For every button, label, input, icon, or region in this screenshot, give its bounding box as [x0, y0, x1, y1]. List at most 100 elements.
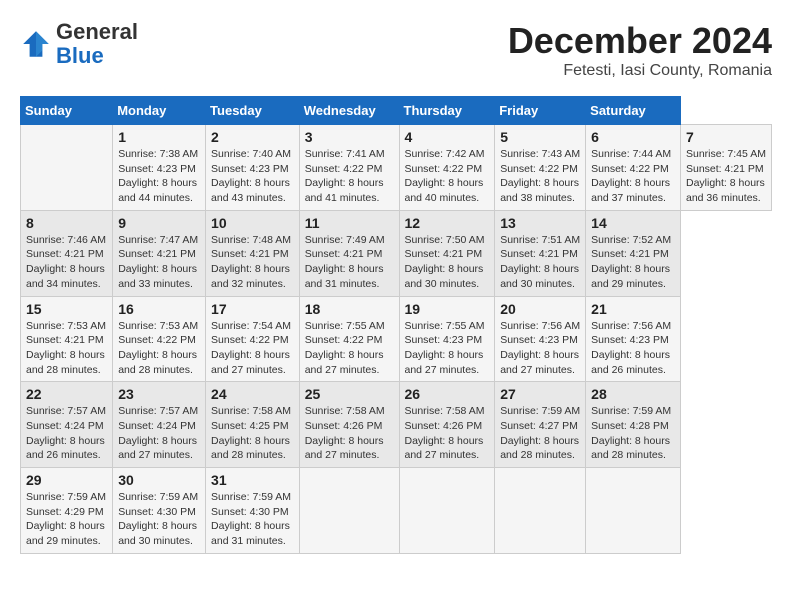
day-number: 6	[591, 129, 675, 145]
logo: General Blue	[20, 20, 138, 68]
calendar-cell: 19Sunrise: 7:55 AMSunset: 4:23 PMDayligh…	[399, 296, 495, 382]
calendar-cell	[299, 468, 399, 554]
calendar-cell: 20 Sunrise: 7:56 AMSunset: 4:23 PMDayligh…	[495, 296, 586, 382]
day-header-row: SundayMondayTuesdayWednesdayThursdayFrid…	[21, 97, 772, 125]
day-info: Sunrise: 7:50 AMSunset: 4:21 PMDaylight:…	[405, 233, 490, 292]
day-info: Sunrise: 7:59 AMSunset: 4:30 PMDaylight:…	[118, 490, 200, 549]
day-number: 31	[211, 472, 294, 488]
calendar-cell: 16 Sunrise: 7:53 AMSunset: 4:22 PMDayligh…	[113, 296, 206, 382]
calendar-week-3: 15 Sunrise: 7:53 AMSunset: 4:21 PMDayligh…	[21, 296, 772, 382]
day-number: 29	[26, 472, 107, 488]
day-info: Sunrise: 7:58 AMSunset: 4:25 PMDaylight:…	[211, 404, 294, 463]
day-number: 18	[305, 301, 394, 317]
col-header-wednesday: Wednesday	[299, 97, 399, 125]
calendar-cell: 5 Sunrise: 7:43 AMSunset: 4:22 PMDaylight…	[495, 125, 586, 211]
calendar-cell: 22Sunrise: 7:57 AMSunset: 4:24 PMDayligh…	[21, 382, 113, 468]
calendar-cell: 4Sunrise: 7:42 AMSunset: 4:22 PMDaylight…	[399, 125, 495, 211]
logo-icon	[20, 28, 52, 60]
day-number: 21	[591, 301, 675, 317]
col-header-friday: Friday	[495, 97, 586, 125]
day-number: 13	[500, 215, 580, 231]
calendar-cell: 1 Sunrise: 7:38 AMSunset: 4:23 PMDaylight…	[113, 125, 206, 211]
calendar-week-4: 22 Sunrise: 7:57 AMSunset: 4:24 PMDayligh…	[21, 382, 772, 468]
calendar-cell: 26 Sunrise: 7:58 AMSunset: 4:26 PMDayligh…	[399, 382, 495, 468]
day-info: Sunrise: 7:48 AMSunset: 4:21 PMDaylight:…	[211, 233, 294, 292]
calendar-cell: 13 Sunrise: 7:51 AMSunset: 4:21 PMDayligh…	[495, 210, 586, 296]
day-number: 24	[211, 386, 294, 402]
calendar-cell: 15 Sunrise: 7:53 AMSunset: 4:21 PMDayligh…	[21, 296, 113, 382]
day-info: Sunrise: 7:38 AMSunset: 4:23 PMDaylight:…	[118, 147, 200, 206]
day-info: Sunrise: 7:57 AMSunset: 4:24 PMDaylight:…	[118, 404, 200, 463]
calendar-body: 1 Sunrise: 7:38 AMSunset: 4:23 PMDaylight…	[21, 125, 772, 554]
day-number: 9	[118, 215, 200, 231]
day-info: Sunrise: 7:56 AMSunset: 4:23 PMDaylight:…	[591, 319, 675, 378]
calendar-cell: 25Sunrise: 7:58 AMSunset: 4:26 PMDayligh…	[299, 382, 399, 468]
calendar-cell: 12Sunrise: 7:50 AMSunset: 4:21 PMDayligh…	[399, 210, 495, 296]
col-header-sunday: Sunday	[21, 97, 113, 125]
day-info: Sunrise: 7:44 AMSunset: 4:22 PMDaylight:…	[591, 147, 675, 206]
calendar-cell	[586, 468, 681, 554]
title-block: December 2024 Fetesti, Iasi County, Roma…	[508, 20, 772, 80]
day-info: Sunrise: 7:47 AMSunset: 4:21 PMDaylight:…	[118, 233, 200, 292]
calendar-cell: 3Sunrise: 7:41 AMSunset: 4:22 PMDaylight…	[299, 125, 399, 211]
calendar-table: SundayMondayTuesdayWednesdayThursdayFrid…	[20, 96, 772, 554]
day-number: 30	[118, 472, 200, 488]
day-number: 17	[211, 301, 294, 317]
day-number: 8	[26, 215, 107, 231]
day-info: Sunrise: 7:42 AMSunset: 4:22 PMDaylight:…	[405, 147, 490, 206]
calendar-cell	[399, 468, 495, 554]
calendar-cell: 30 Sunrise: 7:59 AMSunset: 4:30 PMDayligh…	[113, 468, 206, 554]
calendar-cell: 2 Sunrise: 7:40 AMSunset: 4:23 PMDaylight…	[206, 125, 300, 211]
day-info: Sunrise: 7:53 AMSunset: 4:21 PMDaylight:…	[26, 319, 107, 378]
day-info: Sunrise: 7:53 AMSunset: 4:22 PMDaylight:…	[118, 319, 200, 378]
day-number: 22	[26, 386, 107, 402]
calendar-cell: 8 Sunrise: 7:46 AMSunset: 4:21 PMDaylight…	[21, 210, 113, 296]
day-number: 28	[591, 386, 675, 402]
calendar-cell: 29Sunrise: 7:59 AMSunset: 4:29 PMDayligh…	[21, 468, 113, 554]
calendar-cell: 23Sunrise: 7:57 AMSunset: 4:24 PMDayligh…	[113, 382, 206, 468]
calendar-cell: 9 Sunrise: 7:47 AMSunset: 4:21 PMDaylight…	[113, 210, 206, 296]
calendar-week-1: 1 Sunrise: 7:38 AMSunset: 4:23 PMDaylight…	[21, 125, 772, 211]
day-info: Sunrise: 7:46 AMSunset: 4:21 PMDaylight:…	[26, 233, 107, 292]
day-info: Sunrise: 7:40 AMSunset: 4:23 PMDaylight:…	[211, 147, 294, 206]
day-info: Sunrise: 7:43 AMSunset: 4:22 PMDaylight:…	[500, 147, 580, 206]
day-number: 27	[500, 386, 580, 402]
day-info: Sunrise: 7:51 AMSunset: 4:21 PMDaylight:…	[500, 233, 580, 292]
logo-general: General	[56, 19, 138, 44]
day-number: 15	[26, 301, 107, 317]
day-number: 14	[591, 215, 675, 231]
calendar-cell	[21, 125, 113, 211]
logo-blue: Blue	[56, 43, 104, 68]
day-info: Sunrise: 7:58 AMSunset: 4:26 PMDaylight:…	[305, 404, 394, 463]
day-info: Sunrise: 7:58 AMSunset: 4:26 PMDaylight:…	[405, 404, 490, 463]
calendar-cell: 17Sunrise: 7:54 AMSunset: 4:22 PMDayligh…	[206, 296, 300, 382]
day-info: Sunrise: 7:41 AMSunset: 4:22 PMDaylight:…	[305, 147, 394, 206]
logo-text: General Blue	[56, 20, 138, 68]
col-header-tuesday: Tuesday	[206, 97, 300, 125]
day-number: 5	[500, 129, 580, 145]
day-info: Sunrise: 7:52 AMSunset: 4:21 PMDaylight:…	[591, 233, 675, 292]
calendar-cell	[495, 468, 586, 554]
calendar-cell: 31Sunrise: 7:59 AMSunset: 4:30 PMDayligh…	[206, 468, 300, 554]
day-info: Sunrise: 7:56 AMSunset: 4:23 PMDaylight:…	[500, 319, 580, 378]
day-number: 1	[118, 129, 200, 145]
calendar-week-2: 8 Sunrise: 7:46 AMSunset: 4:21 PMDaylight…	[21, 210, 772, 296]
calendar-cell: 6 Sunrise: 7:44 AMSunset: 4:22 PMDaylight…	[586, 125, 681, 211]
day-number: 20	[500, 301, 580, 317]
calendar-cell: 18 Sunrise: 7:55 AMSunset: 4:22 PMDayligh…	[299, 296, 399, 382]
day-number: 16	[118, 301, 200, 317]
day-info: Sunrise: 7:59 AMSunset: 4:28 PMDaylight:…	[591, 404, 675, 463]
calendar-cell: 21 Sunrise: 7:56 AMSunset: 4:23 PMDayligh…	[586, 296, 681, 382]
calendar-cell: 24 Sunrise: 7:58 AMSunset: 4:25 PMDayligh…	[206, 382, 300, 468]
col-header-thursday: Thursday	[399, 97, 495, 125]
day-info: Sunrise: 7:45 AMSunset: 4:21 PMDaylight:…	[686, 147, 766, 206]
day-number: 2	[211, 129, 294, 145]
calendar-cell: 10 Sunrise: 7:48 AMSunset: 4:21 PMDayligh…	[206, 210, 300, 296]
col-header-monday: Monday	[113, 97, 206, 125]
day-number: 10	[211, 215, 294, 231]
col-header-saturday: Saturday	[586, 97, 681, 125]
page-header: General Blue December 2024 Fetesti, Iasi…	[20, 20, 772, 80]
day-info: Sunrise: 7:55 AMSunset: 4:22 PMDaylight:…	[305, 319, 394, 378]
day-number: 26	[405, 386, 490, 402]
calendar-subtitle: Fetesti, Iasi County, Romania	[508, 62, 772, 80]
